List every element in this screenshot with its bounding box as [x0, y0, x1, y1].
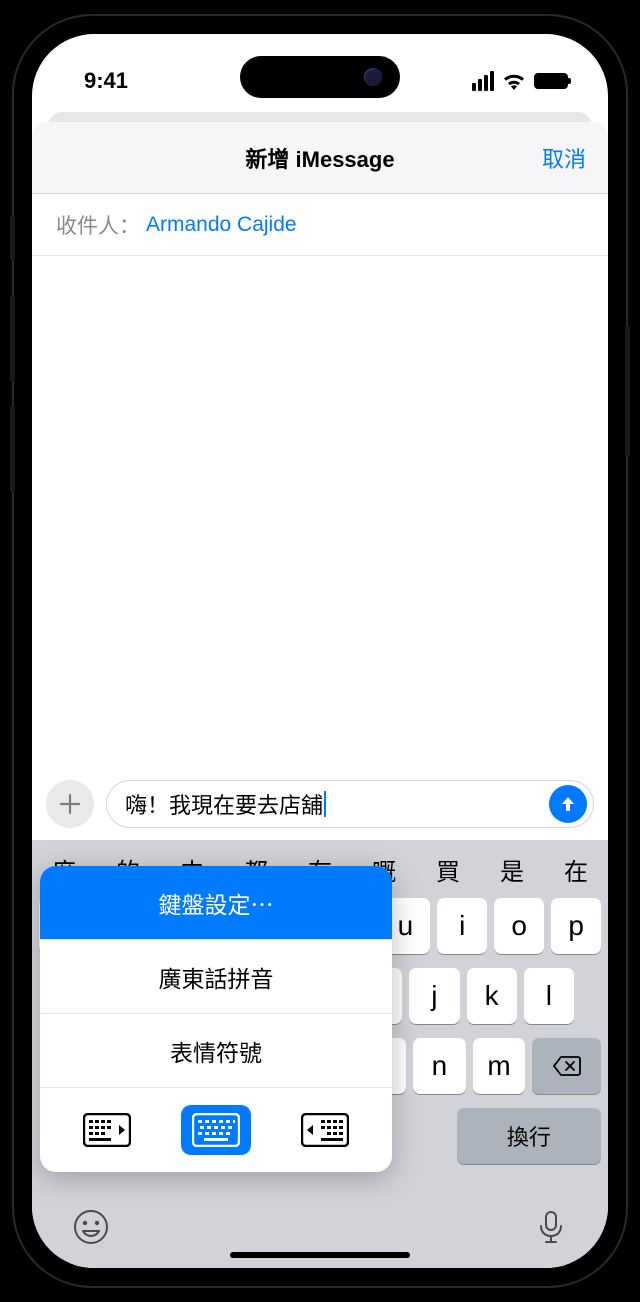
key-m[interactable]: m — [473, 1038, 526, 1094]
side-button-power[interactable] — [625, 326, 630, 456]
conversation-area — [32, 256, 608, 770]
dynamic-island — [240, 56, 400, 98]
arrow-up-icon — [558, 794, 578, 814]
candidate[interactable]: 是 — [480, 852, 544, 887]
sheet-title: 新增 iMessage — [245, 142, 394, 174]
compose-sheet: 新增 iMessage 取消 收件人： Armando Cajide 嗨！我現在… — [32, 122, 608, 1268]
side-button-volume-down[interactable] — [10, 406, 15, 492]
message-input-row: 嗨！我現在要去店舖 — [32, 770, 608, 840]
mic-icon[interactable] — [532, 1208, 570, 1246]
delete-key[interactable] — [532, 1038, 601, 1094]
message-input[interactable]: 嗨！我現在要去店舖 — [106, 780, 594, 828]
keyboard-right-icon — [301, 1113, 349, 1147]
keyboard-settings-item[interactable]: 鍵盤設定⋯ — [40, 866, 392, 940]
key-p[interactable]: p — [551, 898, 601, 954]
key-l[interactable]: l — [524, 968, 574, 1024]
key-o[interactable]: o — [494, 898, 544, 954]
emoji-icon[interactable] — [72, 1208, 110, 1246]
keyboard-layout-right[interactable] — [290, 1105, 360, 1155]
recipient-field[interactable]: 收件人： Armando Cajide — [32, 194, 608, 256]
candidate[interactable]: 買 — [416, 852, 480, 887]
keyboard-cantonese-item[interactable]: 廣東話拼音 — [40, 940, 392, 1014]
keyboard-layout-left[interactable] — [72, 1105, 142, 1155]
key-k[interactable]: k — [467, 968, 517, 1024]
keyboard-emoji-item[interactable]: 表情符號 — [40, 1014, 392, 1088]
keyboard: 度 的 内 都 有 嘅 買 是 在 q w e r t y u — [32, 840, 608, 1268]
status-time: 9:41 — [84, 68, 128, 94]
phone-frame: 9:41 新增 iMessage 取消 收件人： Armando Cajide — [14, 16, 626, 1286]
home-indicator[interactable] — [230, 1252, 410, 1258]
sheet-header: 新增 iMessage 取消 — [32, 122, 608, 194]
screen: 9:41 新增 iMessage 取消 收件人： Armando Cajide — [32, 34, 608, 1268]
keyboard-full-icon — [192, 1113, 240, 1147]
keyboard-switcher-menu: 鍵盤設定⋯ 廣東話拼音 表情符號 — [40, 866, 392, 1172]
key-j[interactable]: j — [409, 968, 459, 1024]
side-button-silence[interactable] — [10, 216, 15, 260]
delete-icon — [552, 1055, 582, 1077]
candidate[interactable]: 在 — [544, 852, 608, 887]
message-text: 嗨！我現在要去店舖 — [125, 788, 323, 820]
keyboard-layout-full[interactable] — [181, 1105, 251, 1155]
cancel-button[interactable]: 取消 — [542, 142, 586, 174]
cellular-icon — [472, 71, 494, 91]
keyboard-layout-row — [40, 1088, 392, 1172]
return-key[interactable]: 換行 — [457, 1108, 601, 1164]
recipient-name[interactable]: Armando Cajide — [146, 213, 297, 237]
add-button[interactable] — [46, 780, 94, 828]
keyboard-bottom-row — [32, 1208, 608, 1246]
side-button-volume-up[interactable] — [10, 296, 15, 382]
wifi-icon — [502, 72, 526, 90]
key-i[interactable]: i — [437, 898, 487, 954]
key-n[interactable]: n — [413, 1038, 466, 1094]
text-cursor — [324, 791, 326, 817]
send-button[interactable] — [549, 785, 587, 823]
keyboard-left-icon — [83, 1113, 131, 1147]
status-right — [472, 71, 568, 91]
recipient-label: 收件人： — [56, 210, 140, 240]
battery-icon — [534, 73, 568, 89]
plus-icon — [59, 793, 81, 815]
